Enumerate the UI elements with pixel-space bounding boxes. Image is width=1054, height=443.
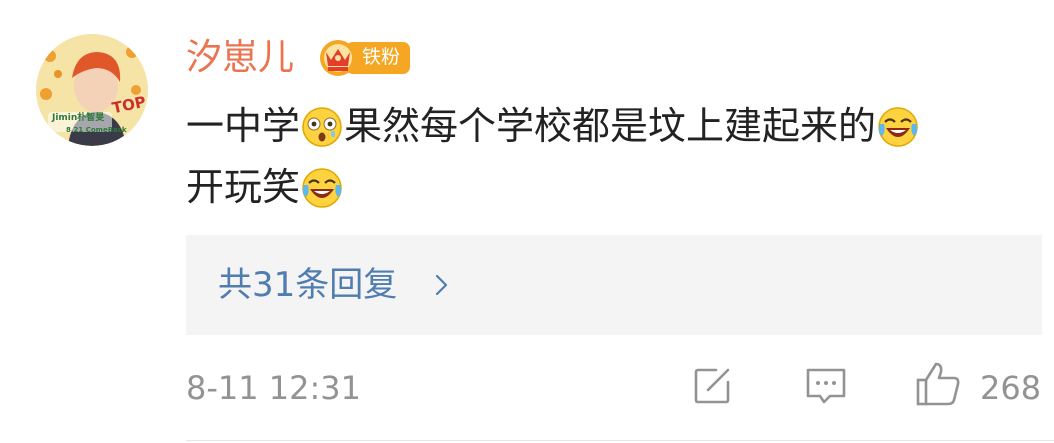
comment-text-line-1: 一中学 果然每个学校都是坟上建起来的: [186, 98, 920, 154]
timestamp: 8-11 12:31: [186, 369, 362, 407]
username[interactable]: 汐崽儿: [186, 30, 294, 86]
like-icon[interactable]: [914, 360, 962, 408]
avatar-caption: Jimin朴智旻: [52, 113, 105, 123]
laugh-cry-emoji-icon: [302, 168, 342, 208]
divider: [186, 440, 1054, 441]
shocked-face-emoji-icon: [302, 107, 342, 147]
chevron-right-icon: [435, 274, 448, 296]
comment-text-segment: 一中学: [186, 104, 301, 148]
avatar-subcaption: 8.21 ComeBack: [66, 126, 127, 134]
comment-text-segment: 果然每个学校都是坟上建起来的: [344, 104, 877, 148]
comment-text-line-2: 开玩笑: [186, 159, 344, 215]
share-icon[interactable]: [690, 364, 734, 408]
comment-item: Jimin朴智旻 TOP 8.21 ComeBack 汐崽儿 铁粉 一中学 果然…: [0, 0, 1054, 443]
fan-badge-label: 铁粉: [361, 46, 400, 68]
replies-box[interactable]: 共31条回复: [186, 235, 1042, 335]
like-count: 268: [980, 369, 1042, 407]
comment-text-segment: 开玩笑: [186, 165, 301, 209]
laugh-cry-emoji-icon: [878, 107, 918, 147]
view-replies-link[interactable]: 共31条回复: [218, 257, 397, 313]
comment-icon[interactable]: [804, 364, 848, 408]
